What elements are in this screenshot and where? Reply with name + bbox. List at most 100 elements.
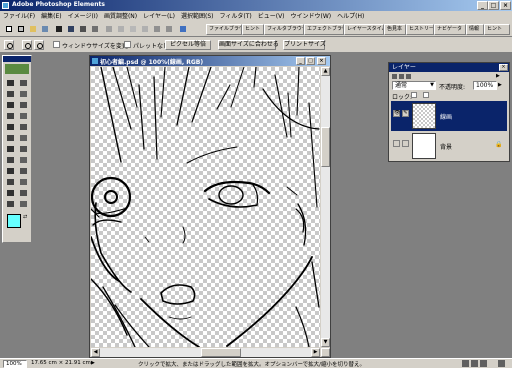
red-eye-tool[interactable] <box>5 177 17 188</box>
menu-image[interactable]: イメージ(I) <box>65 11 101 22</box>
cut-button[interactable] <box>116 24 126 34</box>
minimize-button[interactable]: _ <box>477 1 488 10</box>
adjustment-icon[interactable] <box>471 360 478 367</box>
eraser-tool[interactable] <box>18 133 30 144</box>
save-button[interactable] <box>54 24 64 34</box>
magic-wand-tool[interactable] <box>5 111 17 122</box>
tab-history[interactable]: ヒストリー <box>406 24 434 35</box>
print-button[interactable] <box>78 24 88 34</box>
smudge-tool[interactable] <box>5 188 17 199</box>
tab-hints[interactable]: ヒント <box>242 24 264 35</box>
tab-effects-browser[interactable]: エフェクトブラウザ <box>304 24 344 35</box>
eyedropper-tool[interactable] <box>18 100 30 111</box>
close-button[interactable]: × <box>500 1 511 10</box>
new-file-button[interactable] <box>4 24 14 34</box>
lasso-tool[interactable] <box>5 100 17 111</box>
eye-icon[interactable]: 👁 <box>393 110 400 117</box>
layers-palette-close-button[interactable]: × <box>499 64 508 71</box>
redo-button[interactable] <box>164 24 174 34</box>
print-preview-button[interactable] <box>90 24 100 34</box>
pencil-tool[interactable] <box>5 144 17 155</box>
tab-filter-browser[interactable]: フィルタブラウザ <box>264 24 304 35</box>
zoom2-tool[interactable] <box>5 199 17 210</box>
adjustment-layer-icon[interactable] <box>399 74 404 79</box>
trash-icon[interactable] <box>406 74 411 79</box>
menu-enhance[interactable]: 画質調整(N) <box>101 11 140 22</box>
more-button[interactable]: ▶ <box>496 74 506 79</box>
crop-tool[interactable] <box>5 122 17 133</box>
scroll-left-arrow[interactable]: ◀ <box>91 348 100 357</box>
vertical-scrollbar[interactable]: ▲ ▼ <box>321 67 330 347</box>
scroll-down-arrow[interactable]: ▼ <box>321 338 330 347</box>
image-canvas[interactable] <box>91 67 320 347</box>
vertical-scroll-thumb[interactable] <box>321 127 330 167</box>
help-search-button[interactable] <box>178 24 188 34</box>
status-arrow-icon[interactable]: ▶ <box>91 360 95 366</box>
opacity-arrow-icon[interactable]: ▶ <box>498 82 502 88</box>
type-tool[interactable] <box>18 111 30 122</box>
menu-help[interactable]: ヘルプ(H) <box>334 11 367 22</box>
browse-button[interactable] <box>40 24 50 34</box>
doc-maximize-button[interactable]: □ <box>306 57 315 65</box>
tab-navigator[interactable]: ナビゲータ <box>434 24 466 35</box>
tab-hints-2[interactable]: ヒント <box>484 24 510 35</box>
layer-row-line-art[interactable]: 👁 ✎ 線画 <box>391 101 507 131</box>
lock-transparency-checkbox[interactable] <box>411 92 417 98</box>
stamp-tool[interactable] <box>18 144 30 155</box>
undo-button[interactable] <box>152 24 162 34</box>
copy-layer-icon[interactable] <box>480 360 487 367</box>
tab-layer-styles[interactable]: レイヤースタイル <box>344 24 384 35</box>
shape-tool[interactable] <box>18 122 30 133</box>
save-for-web-button[interactable] <box>66 24 76 34</box>
menu-filter[interactable]: フィルタ(T) <box>217 11 255 22</box>
new-layer-icon[interactable] <box>462 360 469 367</box>
horizontal-scroll-thumb[interactable] <box>201 348 241 357</box>
dodge-tool[interactable] <box>18 177 30 188</box>
ignore-palettes-checkbox[interactable] <box>124 41 131 48</box>
eye-icon[interactable] <box>393 140 400 147</box>
zoom-out-button[interactable] <box>34 40 44 50</box>
open-button[interactable] <box>28 24 38 34</box>
menu-file[interactable]: ファイル(F) <box>0 11 38 22</box>
copy-button[interactable] <box>128 24 138 34</box>
tab-info[interactable]: 情報 <box>466 24 484 35</box>
swap-colors-icon[interactable]: ⇄ <box>23 214 29 220</box>
sponge-tool[interactable] <box>18 166 30 177</box>
scroll-right-arrow[interactable]: ▶ <box>311 348 320 357</box>
actual-pixels-button[interactable]: ピクセル等倍 <box>165 40 211 50</box>
zoom-field[interactable]: 100% <box>3 360 27 368</box>
zoom-tool-preset-button[interactable] <box>4 40 14 50</box>
opacity-field[interactable]: 100% <box>473 81 497 90</box>
scroll-up-arrow[interactable]: ▲ <box>321 67 330 76</box>
doc-close-button[interactable]: × <box>317 57 326 65</box>
tab-file-browser[interactable]: ファイルブラウザ <box>206 24 242 35</box>
zoom-in-button[interactable] <box>22 40 32 50</box>
tab-swatches[interactable]: 色見本 <box>384 24 406 35</box>
link-icon[interactable] <box>402 140 409 147</box>
marquee-tool[interactable] <box>5 89 17 100</box>
paste-button[interactable] <box>140 24 150 34</box>
move-tool[interactable] <box>5 78 17 89</box>
menu-edit[interactable]: 編集(E) <box>38 11 64 22</box>
doc-minimize-button[interactable]: _ <box>296 57 305 65</box>
hand-tool[interactable] <box>18 89 30 100</box>
email-button[interactable] <box>104 24 114 34</box>
menu-view[interactable]: ビュー(V) <box>255 11 288 22</box>
blur-tool[interactable] <box>5 166 17 177</box>
trash-icon[interactable] <box>498 360 505 367</box>
layer-row-background[interactable]: 背景 🔒 <box>391 131 507 161</box>
new-from-clipboard-button[interactable] <box>16 24 26 34</box>
brush-tool[interactable] <box>5 133 17 144</box>
lock-all-checkbox[interactable] <box>423 92 429 98</box>
zoom-tool[interactable] <box>18 78 30 89</box>
paint-bucket-tool[interactable] <box>5 155 17 166</box>
burn-tool[interactable] <box>18 188 30 199</box>
horizontal-scrollbar[interactable]: ◀ ▶ <box>91 348 320 357</box>
blend-mode-select[interactable]: 通常 ▼ <box>392 81 436 90</box>
hand2-tool[interactable] <box>18 199 30 210</box>
foreground-color-swatch[interactable] <box>7 214 21 228</box>
print-size-button[interactable]: プリントサイズ <box>283 40 326 50</box>
maximize-button[interactable]: □ <box>488 1 499 10</box>
menu-layer[interactable]: レイヤー(L) <box>140 11 178 22</box>
menu-select[interactable]: 選択範囲(S) <box>178 11 217 22</box>
